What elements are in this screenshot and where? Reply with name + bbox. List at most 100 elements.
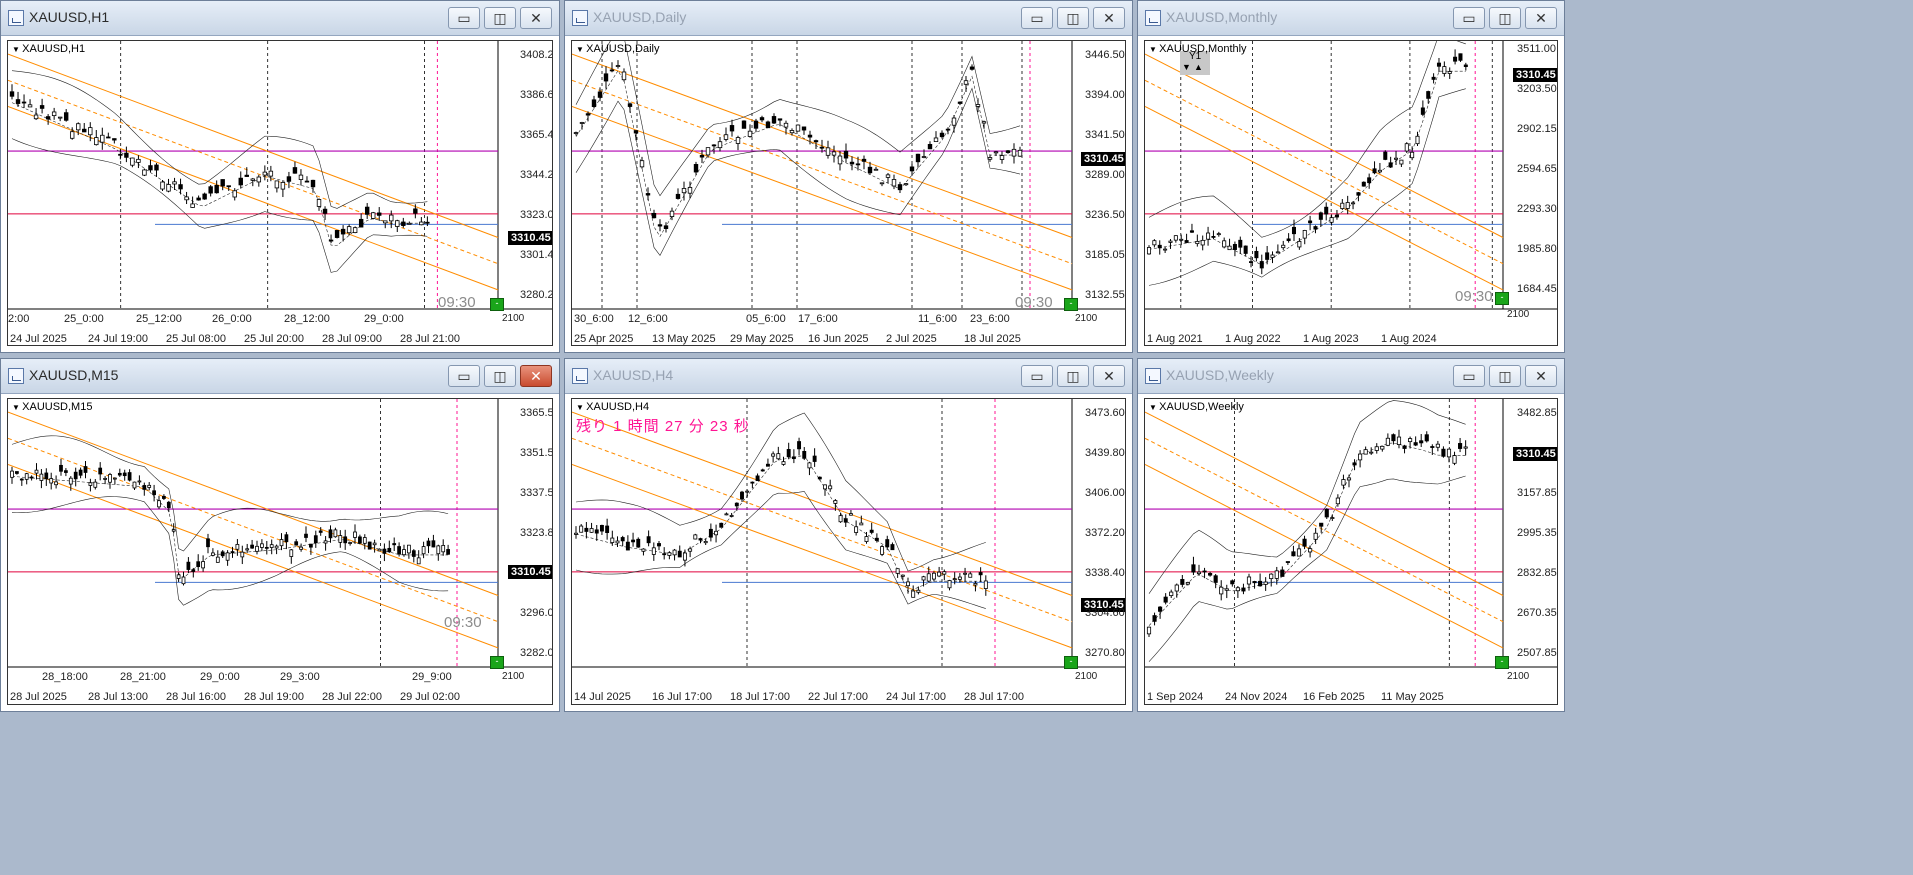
candle-body bbox=[124, 152, 129, 158]
candle-body bbox=[1308, 548, 1313, 553]
candle-body bbox=[734, 502, 739, 507]
chart-window-h4[interactable]: XAUUSD,H4 ▭ ◫ ✕ XAUUSD,H4 残り 1 時間 27 分 2… bbox=[564, 358, 1133, 712]
minimize-button[interactable]: ▭ bbox=[1021, 365, 1053, 387]
candle-body bbox=[765, 121, 771, 129]
candle-body bbox=[166, 501, 171, 509]
candle-body bbox=[911, 590, 916, 598]
time-label: 25_0:00 bbox=[64, 313, 104, 325]
chart-window-h1[interactable]: XAUUSD,H1 ▭ ◫ ✕ XAUUSD,H1 3408.20 3386.6… bbox=[0, 0, 560, 353]
candle-body bbox=[49, 478, 54, 484]
candle-body bbox=[927, 144, 933, 150]
down-arrow-icon[interactable]: ▼ bbox=[1182, 62, 1191, 72]
price-chart[interactable]: XAUUSD,H1 3408.20 3386.60 3365.40 3344.2… bbox=[7, 40, 553, 346]
price-chart[interactable]: XAUUSD,M15 3365.55 3351.55 3337.55 3323.… bbox=[7, 398, 553, 705]
trend-line bbox=[8, 464, 499, 649]
candle-body bbox=[585, 113, 591, 116]
candle-body bbox=[166, 184, 171, 192]
title-bar[interactable]: XAUUSD,M15 ▭ ◫ ✕ bbox=[1, 359, 559, 394]
trend-line bbox=[8, 411, 499, 596]
restore-button[interactable]: ◫ bbox=[1057, 365, 1089, 387]
price-chart[interactable]: XAUUSD,Daily 3446.50 3394.00 3341.50 331… bbox=[571, 40, 1126, 346]
title-bar[interactable]: XAUUSD,H1 ▭ ◫ ✕ bbox=[1, 1, 559, 36]
candle-body bbox=[446, 549, 450, 555]
candle-body bbox=[693, 164, 699, 173]
minimize-button[interactable]: ▭ bbox=[1021, 7, 1053, 29]
candle-body bbox=[848, 513, 853, 516]
candle-body bbox=[137, 480, 142, 483]
candle-body bbox=[747, 130, 753, 137]
restore-button[interactable]: ◫ bbox=[1057, 7, 1089, 29]
candle-body bbox=[1180, 579, 1185, 585]
candle-body bbox=[82, 128, 87, 133]
candle-body bbox=[1258, 580, 1263, 587]
candle-body bbox=[620, 537, 625, 542]
title-bar[interactable]: XAUUSD,H4 ▭ ◫ ✕ bbox=[565, 359, 1132, 394]
candle-body bbox=[64, 470, 68, 473]
candle-body bbox=[395, 220, 400, 227]
date-label: 16 Jun 2025 bbox=[808, 333, 869, 345]
candle-body bbox=[675, 193, 681, 199]
candle-body bbox=[1296, 548, 1302, 557]
candle-body bbox=[807, 462, 812, 469]
chart-window-daily[interactable]: XAUUSD,Daily ▭ ◫ ✕ XAUUSD,Daily 3446.50 … bbox=[564, 0, 1133, 353]
restore-button[interactable]: ◫ bbox=[1489, 365, 1521, 387]
restore-button[interactable]: ◫ bbox=[1489, 7, 1521, 29]
candle-body bbox=[1324, 206, 1329, 215]
candle-body bbox=[382, 548, 387, 554]
candle-body bbox=[260, 543, 264, 548]
candle-body bbox=[1410, 151, 1415, 159]
candle-body bbox=[59, 464, 63, 472]
candle-body bbox=[240, 551, 245, 558]
candle-body bbox=[781, 461, 786, 465]
trend-line bbox=[1145, 79, 1504, 265]
date-label: 28 Jul 13:00 bbox=[88, 691, 148, 703]
candle-body bbox=[1452, 455, 1457, 464]
close-button[interactable]: ✕ bbox=[1525, 7, 1557, 29]
candle-body bbox=[1435, 443, 1440, 448]
candle-body bbox=[1377, 169, 1382, 173]
chart-window-m15[interactable]: XAUUSD,M15 ▭ ◫ ✕ XAUUSD,M15 3365.55 3351… bbox=[0, 358, 560, 712]
candle-body bbox=[783, 122, 789, 128]
bollinger-upper bbox=[1148, 400, 1466, 594]
candle-body bbox=[230, 551, 235, 554]
candle-body bbox=[776, 453, 781, 460]
window-title: XAUUSD,H4 bbox=[593, 367, 674, 383]
candle-body bbox=[1157, 244, 1162, 249]
candle-body bbox=[100, 134, 105, 143]
close-button[interactable]: ✕ bbox=[520, 7, 552, 29]
chart-window-weekly[interactable]: XAUUSD,Weekly ▭ ◫ ✕ XAUUSD,Weekly 3482.8… bbox=[1137, 358, 1565, 712]
close-button[interactable]: ✕ bbox=[1093, 365, 1125, 387]
title-bar[interactable]: XAUUSD,Weekly ▭ ◫ ✕ bbox=[1138, 359, 1564, 394]
candle-body bbox=[1211, 236, 1216, 238]
price-label: 3280.20 bbox=[520, 289, 552, 301]
minimize-button[interactable]: ▭ bbox=[1453, 7, 1485, 29]
candle-body bbox=[729, 515, 734, 517]
trend-line bbox=[572, 464, 1073, 649]
close-button[interactable]: ✕ bbox=[1525, 365, 1557, 387]
title-bar[interactable]: XAUUSD,Daily ▭ ◫ ✕ bbox=[565, 1, 1132, 36]
restore-button[interactable]: ◫ bbox=[484, 7, 516, 29]
up-arrow-icon[interactable]: ▲ bbox=[1194, 62, 1203, 72]
candle-body bbox=[667, 552, 672, 556]
minimize-button[interactable]: ▭ bbox=[1453, 365, 1485, 387]
candle-body bbox=[646, 536, 651, 544]
price-chart[interactable]: XAUUSD,H4 残り 1 時間 27 分 23 秒 3473.60 3439… bbox=[571, 398, 1126, 705]
minimize-button[interactable]: ▭ bbox=[448, 365, 480, 387]
price-label: 3372.20 bbox=[1085, 527, 1125, 539]
candle-body bbox=[1446, 448, 1452, 458]
date-label: 1 Sep 2024 bbox=[1147, 691, 1204, 703]
candle-body bbox=[1291, 226, 1297, 235]
close-button[interactable]: ✕ bbox=[520, 365, 552, 387]
price-chart[interactable]: XAUUSD,Weekly 3482.85 3310.45 3157.85 29… bbox=[1144, 398, 1558, 705]
minimize-button[interactable]: ▭ bbox=[448, 7, 480, 29]
price-chart[interactable]: Y1 ▼ ▲ XAUUSD,Monthly 3511.00 3310.45 32… bbox=[1144, 40, 1558, 346]
time-label: 25_12:00 bbox=[136, 313, 182, 325]
candle-body bbox=[362, 537, 367, 544]
chart-window-monthly[interactable]: XAUUSD,Monthly ▭ ◫ ✕ Y1 ▼ ▲ XAUUSD,Month… bbox=[1137, 0, 1565, 353]
title-bar[interactable]: XAUUSD,Monthly ▭ ◫ ✕ bbox=[1138, 1, 1564, 36]
candle-body bbox=[1270, 254, 1275, 258]
candle-body bbox=[759, 117, 765, 121]
close-button[interactable]: ✕ bbox=[1093, 7, 1125, 29]
candle-body bbox=[83, 466, 88, 473]
restore-button[interactable]: ◫ bbox=[484, 365, 516, 387]
